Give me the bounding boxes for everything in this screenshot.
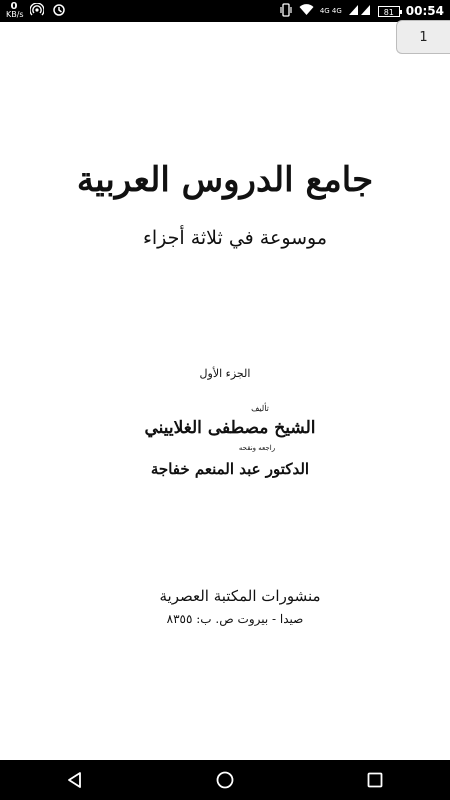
volume-label: الجزء الأول <box>199 367 251 380</box>
status-left: 0 KB/s <box>6 2 66 20</box>
navigation-bar <box>0 760 450 800</box>
wifi-icon <box>299 3 314 19</box>
publisher-name: منشورات المكتبة العصرية <box>159 587 321 605</box>
back-icon <box>68 772 81 788</box>
book-title: جامع الدروس العربية <box>76 160 374 200</box>
sync-icon <box>52 3 66 20</box>
network-type-label: 4G 4G <box>319 6 342 15</box>
battery-level: 81 <box>383 7 394 17</box>
author-name: الشيخ مصطفى الغلاييني <box>144 418 316 438</box>
clock: 00:54 <box>405 4 444 18</box>
home-icon <box>216 771 234 789</box>
author-label: تأليف <box>251 404 269 413</box>
recents-icon <box>367 772 383 788</box>
status-bar: 0 KB/s 4G 4G 81 00:54 <box>0 0 450 22</box>
reviser-label: راجعه ونقحه <box>238 444 276 452</box>
book-subtitle: موسوعة في ثلاثة أجزاء <box>142 227 328 249</box>
network-speed: 0 KB/s <box>6 2 24 19</box>
network-speed-unit: KB/s <box>6 10 24 19</box>
publisher-address: صيدا - بيروت ص. ب: ٨٣٥٥ <box>166 612 304 626</box>
vibrate-icon <box>279 2 293 20</box>
battery-icon: 81 <box>377 5 402 17</box>
recents-button[interactable] <box>345 760 405 800</box>
document-page: جامع الدروس العربية موسوعة في ثلاثة أجزا… <box>0 22 450 760</box>
signal-icon <box>348 3 372 19</box>
home-button[interactable] <box>195 760 255 800</box>
reviser-name: الدكتور عبد المنعم خفاجة <box>150 460 310 478</box>
status-right: 4G 4G 81 00:54 <box>279 2 444 20</box>
hotspot-icon <box>29 1 45 20</box>
back-button[interactable] <box>45 760 105 800</box>
